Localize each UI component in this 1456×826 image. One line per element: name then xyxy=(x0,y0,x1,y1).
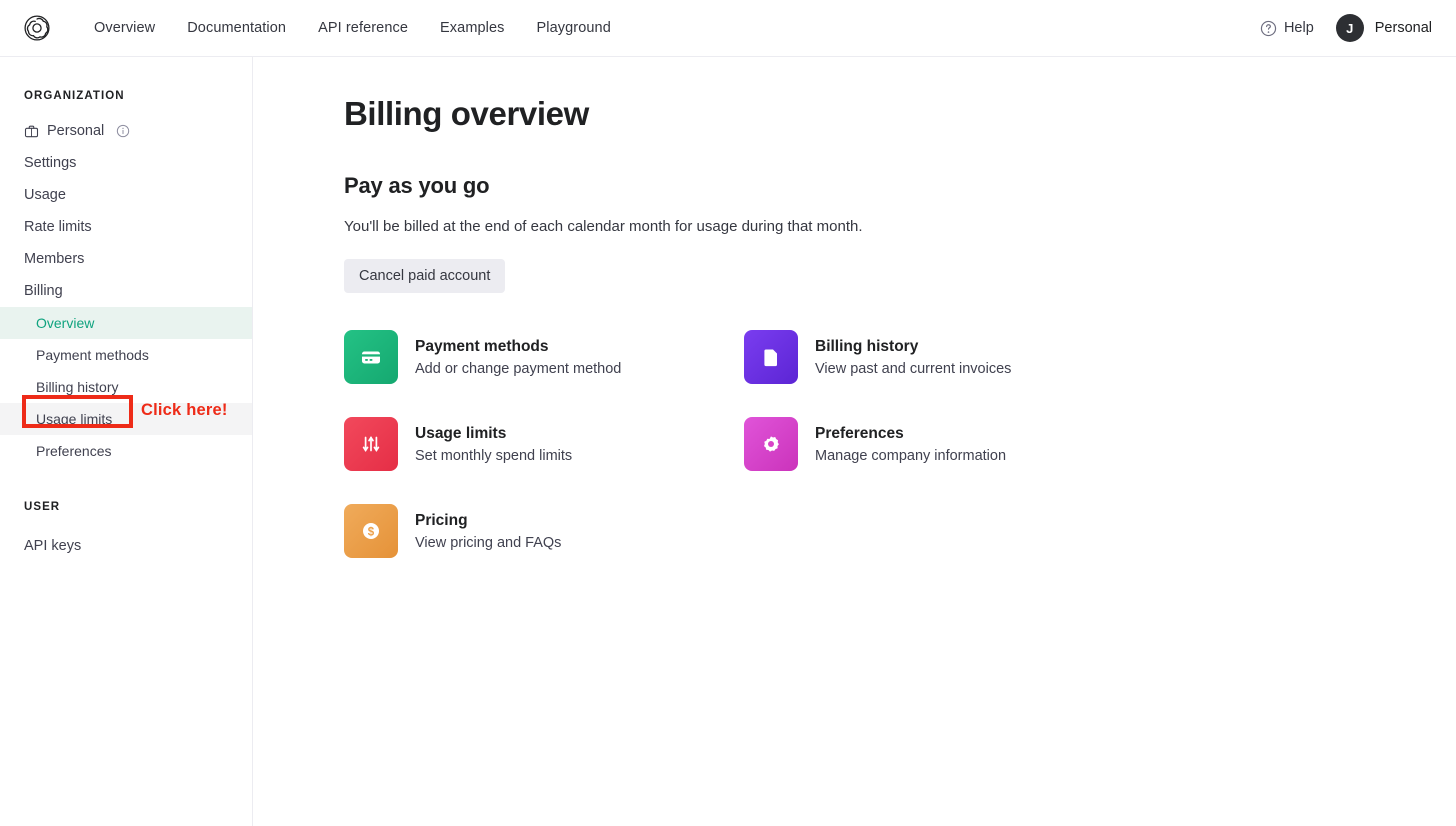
sidebar-item-rate-limits[interactable]: Rate limits xyxy=(0,211,252,243)
sidebar-item-payment-methods[interactable]: Payment methods xyxy=(0,339,252,371)
card-text-group: Usage limits Set monthly spend limits xyxy=(415,425,572,464)
sidebar-item-members[interactable]: Members xyxy=(0,243,252,275)
briefcase-icon xyxy=(24,124,39,139)
card-title: Billing history xyxy=(815,337,919,355)
sliders-icon xyxy=(344,417,398,471)
account-name: Personal xyxy=(1374,20,1432,36)
sidebar: ORGANIZATION Personal Settings Usage Rat… xyxy=(0,57,253,826)
card-text-group: Billing history View past and current in… xyxy=(815,338,1011,377)
card-billing-history[interactable]: Billing history View past and current in… xyxy=(744,330,1144,384)
help-label: Help xyxy=(1283,20,1314,36)
primary-nav: Overview Documentation API reference Exa… xyxy=(94,20,611,36)
card-title: Usage limits xyxy=(415,424,507,442)
card-description: Add or change payment method xyxy=(415,360,622,377)
nav-link-api-reference[interactable]: API reference xyxy=(318,20,408,36)
nav-link-playground[interactable]: Playground xyxy=(537,20,611,36)
section-description: You'll be billed at the end of each cale… xyxy=(344,218,863,235)
sidebar-item-billing[interactable]: Billing xyxy=(0,275,252,307)
openai-logo-icon[interactable] xyxy=(22,13,52,43)
question-circle-icon xyxy=(1260,20,1277,37)
card-description: View pricing and FAQs xyxy=(415,534,562,551)
card-payment-methods[interactable]: Payment methods Add or change payment me… xyxy=(344,330,744,384)
card-title: Payment methods xyxy=(415,337,549,355)
sidebar-item-billing-overview[interactable]: Overview xyxy=(0,307,252,339)
card-description: View past and current invoices xyxy=(815,360,1012,377)
top-navigation-bar: Overview Documentation API reference Exa… xyxy=(0,0,1456,57)
card-description: Manage company information xyxy=(815,447,1007,464)
topbar-right-group: Help J Personal xyxy=(1260,14,1432,42)
card-pricing[interactable]: $ Pricing View pricing and FAQs xyxy=(344,504,744,558)
nav-link-overview[interactable]: Overview xyxy=(94,20,155,36)
sidebar-item-settings[interactable]: Settings xyxy=(0,147,252,179)
main-content: Billing overview Pay as you go You'll be… xyxy=(253,57,1456,826)
card-text-group: Preferences Manage company information xyxy=(815,425,1006,464)
document-icon xyxy=(744,330,798,384)
card-description: Set monthly spend limits xyxy=(415,447,573,464)
card-text-group: Pricing View pricing and FAQs xyxy=(415,512,561,551)
nav-link-documentation[interactable]: Documentation xyxy=(187,20,286,36)
card-text-group: Payment methods Add or change payment me… xyxy=(415,338,621,377)
credit-card-icon xyxy=(344,330,398,384)
info-circle-icon[interactable] xyxy=(112,124,130,138)
sidebar-item-label: Personal xyxy=(47,123,105,139)
card-preferences[interactable]: Preferences Manage company information xyxy=(744,417,1144,471)
page-title: Billing overview xyxy=(344,95,589,132)
section-title: Pay as you go xyxy=(344,173,490,198)
account-menu-button[interactable]: J Personal xyxy=(1335,14,1432,42)
annotation-label: Click here! xyxy=(141,401,228,419)
sidebar-item-api-keys[interactable]: API keys xyxy=(0,530,252,562)
card-title: Preferences xyxy=(815,424,904,442)
gear-icon xyxy=(744,417,798,471)
sidebar-item-preferences[interactable]: Preferences xyxy=(0,435,252,467)
billing-card-grid: Payment methods Add or change payment me… xyxy=(344,330,1174,558)
avatar: J xyxy=(1335,14,1364,42)
sidebar-item-billing-history[interactable]: Billing history xyxy=(0,371,252,403)
sidebar-item-personal[interactable]: Personal xyxy=(0,115,252,147)
help-button[interactable]: Help xyxy=(1260,20,1314,37)
dollar-coin-icon: $ xyxy=(344,504,398,558)
svg-text:$: $ xyxy=(368,527,375,539)
card-usage-limits[interactable]: Usage limits Set monthly spend limits xyxy=(344,417,744,471)
sidebar-section-user: USER xyxy=(24,501,61,513)
nav-link-examples[interactable]: Examples xyxy=(440,20,504,36)
sidebar-item-usage[interactable]: Usage xyxy=(0,179,252,211)
sidebar-section-organization: ORGANIZATION xyxy=(24,90,125,102)
card-title: Pricing xyxy=(415,511,468,529)
cancel-paid-account-button[interactable]: Cancel paid account xyxy=(344,259,506,293)
